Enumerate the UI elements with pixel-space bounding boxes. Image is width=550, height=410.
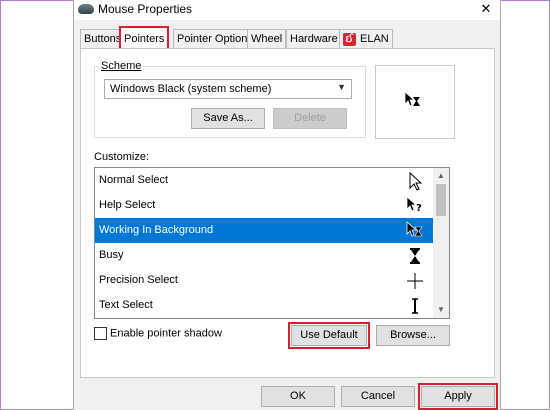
- pointers-panel: Scheme Windows Black (system scheme) ▼ S…: [80, 48, 495, 378]
- list-item-label: Working In Background: [99, 224, 214, 236]
- crosshair-cursor-icon: [407, 273, 423, 289]
- list-item[interactable]: Text Select: [95, 293, 437, 318]
- svg-text:?: ?: [416, 203, 422, 214]
- list-scrollbar[interactable]: ▲ ▼: [433, 168, 449, 318]
- list-item[interactable]: Precision Select: [95, 268, 437, 293]
- tab-elan[interactable]: ઈ ELAN: [339, 29, 393, 49]
- browse-button[interactable]: Browse...: [376, 325, 450, 346]
- enable-shadow-label: Enable pointer shadow: [110, 327, 222, 340]
- list-item-label: Help Select: [99, 199, 156, 211]
- list-item-label: Normal Select: [99, 174, 169, 186]
- cursor-list[interactable]: Normal Select Help Select ? Working In B…: [94, 167, 450, 319]
- tab-pointers[interactable]: Pointers: [118, 26, 170, 51]
- scrollbar-thumb[interactable]: [436, 184, 446, 216]
- scroll-down-icon[interactable]: ▼: [433, 302, 449, 318]
- scroll-up-icon[interactable]: ▲: [433, 168, 449, 184]
- mouse-properties-dialog: Mouse Properties ✕ Buttons Pointers Poin…: [73, 0, 501, 410]
- close-button[interactable]: ✕: [476, 0, 496, 18]
- scheme-dropdown[interactable]: Windows Black (system scheme) ▼: [104, 79, 352, 99]
- apply-button[interactable]: Apply: [418, 383, 498, 410]
- list-item[interactable]: Busy: [95, 243, 437, 268]
- scheme-dropdown-value: Windows Black (system scheme): [110, 83, 272, 95]
- list-item-label: Busy: [99, 249, 124, 261]
- tab-hardware[interactable]: Hardware: [286, 29, 342, 49]
- help-cursor-icon: ?: [406, 196, 422, 214]
- elan-logo-icon: ઈ: [343, 32, 356, 46]
- hourglass-cursor-icon: [410, 248, 420, 264]
- arrow-cursor-icon: [409, 171, 423, 191]
- customize-label-text: Customize:: [94, 151, 150, 163]
- enable-pointer-shadow[interactable]: Enable pointer shadow: [94, 327, 222, 340]
- tab-elan-label: ELAN: [360, 33, 389, 45]
- list-item[interactable]: Help Select ?: [95, 193, 437, 218]
- mouse-icon: [78, 4, 94, 14]
- ok-button[interactable]: OK: [261, 386, 335, 407]
- title-bar: Mouse Properties ✕: [74, 0, 500, 20]
- list-item[interactable]: Normal Select: [95, 168, 437, 193]
- scheme-label-text: Scheme: [101, 60, 142, 72]
- list-item-label: Precision Select: [99, 274, 178, 286]
- delete-button: Delete: [273, 108, 347, 129]
- window-title: Mouse Properties: [98, 2, 193, 16]
- working-cursor-icon: [404, 91, 420, 107]
- list-item-label: Text Select: [99, 299, 153, 311]
- save-as-button[interactable]: Save As...: [191, 108, 265, 129]
- scheme-label: Scheme: [99, 60, 144, 72]
- use-default-button[interactable]: Use Default: [288, 322, 370, 349]
- chevron-down-icon: ▼: [337, 82, 346, 92]
- enable-shadow-checkbox[interactable]: [94, 327, 107, 340]
- cursor-preview: [375, 65, 455, 139]
- tab-pointer-options[interactable]: Pointer Options: [173, 29, 257, 49]
- ibeam-cursor-icon: [412, 298, 418, 314]
- customize-label: Customize:: [94, 151, 149, 163]
- working-cursor-icon: [406, 221, 423, 237]
- cancel-button[interactable]: Cancel: [341, 386, 415, 407]
- list-item[interactable]: Working In Background: [95, 218, 437, 243]
- tab-wheel[interactable]: Wheel: [247, 29, 287, 49]
- tab-buttons[interactable]: Buttons: [80, 29, 126, 49]
